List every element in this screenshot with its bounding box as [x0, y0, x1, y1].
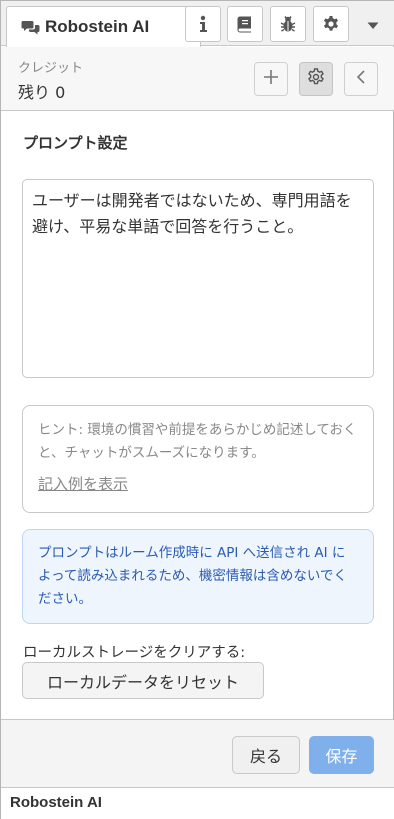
section-title: プロンプト設定	[23, 134, 128, 152]
add-button[interactable]	[254, 62, 288, 96]
more-dropdown-button[interactable]	[361, 6, 385, 42]
credit-value: 残り 0	[18, 83, 66, 102]
clear-storage-label: ローカルストレージをクリアする:	[23, 645, 246, 661]
back-button[interactable]: 戻る	[232, 736, 300, 774]
caret-down-icon	[367, 15, 379, 34]
book-icon	[236, 15, 254, 33]
chat-icon	[21, 19, 41, 35]
hint-text: ヒント: 環境の慣習や前提をあらかじめ記述しておくと、チャットがスムーズになりま…	[38, 422, 357, 461]
brand-footer: Robostein AI	[1, 787, 394, 819]
info-icon	[198, 15, 208, 33]
gear-icon	[307, 68, 325, 90]
plus-icon	[263, 69, 279, 89]
tab-robostein-ai[interactable]: Robostein AI	[6, 6, 201, 47]
reset-local-data-button[interactable]: ローカルデータをリセット	[22, 662, 264, 699]
footer-actions: 戻る 保存	[1, 719, 394, 787]
bug-icon	[279, 15, 297, 33]
credit-bar: クレジット 残り 0	[1, 47, 394, 111]
info-button[interactable]	[185, 6, 221, 42]
book-button[interactable]	[227, 6, 263, 42]
settings-tab-button[interactable]	[313, 6, 349, 42]
hint-box: ヒント: 環境の慣習や前提をあらかじめ記述しておくと、チャットがスムーズになりま…	[22, 405, 374, 513]
gear-icon	[322, 15, 340, 33]
app-frame: Robostein AI クレジット 残り 0 プロンプト設定 ユーザーは開発者…	[0, 0, 394, 819]
tab-bar: Robostein AI	[1, 1, 394, 47]
settings-button[interactable]	[299, 62, 333, 96]
collapse-button[interactable]	[344, 62, 378, 96]
prompt-textarea[interactable]: ユーザーは開発者ではないため、専門用語を避け、平易な単語で回答を行うこと。	[22, 179, 374, 378]
bug-button[interactable]	[270, 6, 306, 42]
credit-label: クレジット	[18, 61, 84, 76]
chevron-left-icon	[356, 69, 366, 89]
tab-title: Robostein AI	[45, 17, 150, 36]
save-button[interactable]: 保存	[309, 736, 374, 774]
show-example-link[interactable]: 記入例を表示	[38, 473, 128, 494]
info-notice: プロンプトはルーム作成時に API へ送信され AI によって読み込まれるため、…	[22, 529, 374, 624]
